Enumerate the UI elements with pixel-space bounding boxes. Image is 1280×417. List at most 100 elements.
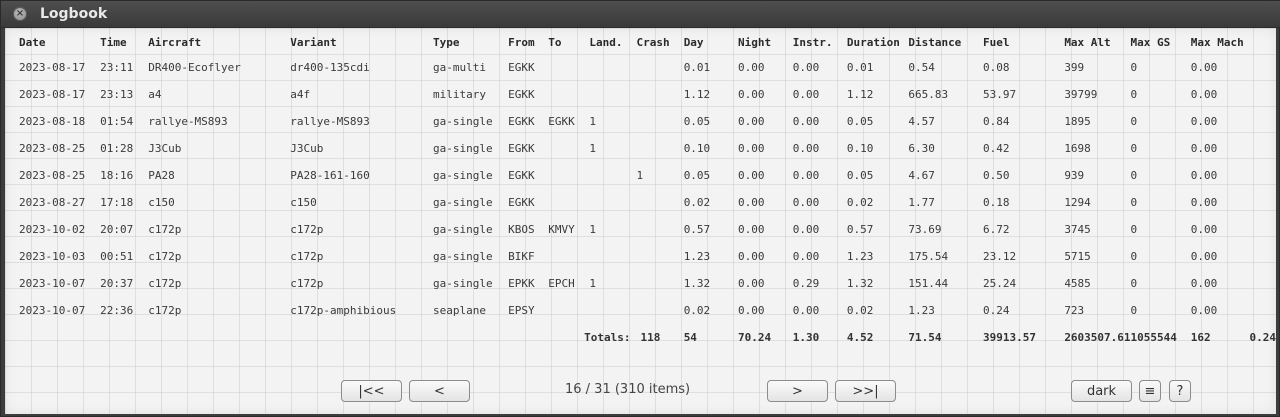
cell-night: 0.00 [738, 115, 765, 128]
cell-landings: 1 [589, 115, 596, 128]
cell-aircraft: c150 [148, 196, 175, 209]
cell-duration: 0.02 [846, 304, 874, 317]
col-header-duration[interactable]: Duration [847, 30, 908, 54]
cell-crash [637, 270, 684, 297]
cell-max-alt: 39799 [1064, 88, 1098, 101]
cell-distance: 4.57 [908, 115, 935, 128]
col-header-time[interactable]: Time [100, 30, 148, 54]
col-header-aircraft[interactable]: Aircraft [148, 30, 290, 54]
cell-variant: c172p [290, 250, 324, 263]
table-row[interactable]: 2023-08-18 01:54 rallye-MS893 rallye-MS893 g… [19, 108, 1276, 135]
col-header-distance[interactable]: Distance [908, 30, 983, 54]
cell-fuel: 53.97 [983, 88, 1017, 101]
col-header-to[interactable]: To [548, 30, 589, 54]
totals-duration: 71.54 [908, 331, 942, 344]
col-header-fuel[interactable]: Fuel [983, 30, 1064, 54]
cell-from: EGKK [508, 169, 535, 182]
cell-max-alt: 939 [1064, 169, 1085, 182]
col-header-max-alt[interactable]: Max Alt [1064, 30, 1130, 54]
col-header-instr[interactable]: Instr. [793, 30, 847, 54]
cell-crash [637, 216, 684, 243]
totals-landings: 118 [640, 331, 661, 344]
cell-day: 1.12 [683, 88, 711, 101]
cell-type: ga-single [433, 196, 493, 209]
cell-day: 0.57 [683, 223, 711, 236]
col-header-variant[interactable]: Variant [290, 30, 433, 54]
cell-type: ga-multi [433, 61, 487, 74]
cell-time: 00:51 [100, 250, 134, 263]
cell-time: 17:18 [100, 196, 134, 209]
prev-page-button[interactable]: < [409, 380, 470, 402]
cell-fuel: 0.08 [983, 61, 1010, 74]
theme-toggle-button[interactable]: dark [1071, 380, 1132, 402]
table-row[interactable]: 2023-10-03 00:51 c172p c172p ga-single BIKF 1.… [19, 243, 1276, 270]
logbook-table: Date Time Aircraft Variant Type From To … [19, 30, 1276, 351]
col-header-night[interactable]: Night [738, 30, 793, 54]
col-header-day[interactable]: Day [684, 30, 738, 54]
title-bar[interactable]: × Logbook [1, 1, 1280, 28]
cell-fuel: 0.42 [983, 142, 1010, 155]
cell-landings [589, 297, 636, 324]
totals-instr: 4.52 [846, 331, 874, 344]
table-row[interactable]: 2023-08-25 01:28 J3Cub J3Cub ga-single EGKK 1 0… [19, 135, 1276, 162]
cell-distance: 73.69 [908, 223, 942, 236]
cell-variant: rallye-MS893 [290, 115, 370, 128]
last-page-button[interactable]: >>| [835, 380, 896, 402]
table-row[interactable]: 2023-08-17 23:11 DR400-Ecoflyer dr400-135cd… [19, 54, 1276, 81]
cell-max-mach: 0.00 [1190, 142, 1218, 155]
col-header-max-mach[interactable]: Max Mach [1191, 30, 1250, 54]
cell-date: 2023-08-18 [19, 115, 86, 128]
col-header-type[interactable]: Type [433, 30, 508, 54]
cell-max-alt: 3745 [1064, 223, 1091, 236]
table-row[interactable]: 2023-10-07 20:37 c172p c172p ga-single EPKK EP… [19, 270, 1276, 297]
cell-to [548, 81, 589, 108]
col-header-crash[interactable]: Crash [637, 30, 684, 54]
col-header-from[interactable]: From [508, 30, 548, 54]
cell-to [548, 297, 589, 324]
col-header-date[interactable]: Date [19, 30, 100, 54]
cell-landings: 1 [589, 223, 596, 236]
cell-instr: 0.00 [792, 304, 820, 317]
menu-icon[interactable]: ≡ [1139, 380, 1161, 402]
cell-type: ga-single [433, 250, 493, 263]
cell-distance: 1.77 [908, 196, 935, 209]
table-row[interactable]: 2023-10-02 20:07 c172p c172p ga-single KBOS KM… [19, 216, 1276, 243]
cell-landings [589, 162, 636, 189]
cell-crash [637, 243, 684, 270]
totals-fuel: 2603507.61 [1064, 331, 1131, 344]
cell-time: 01:28 [100, 142, 134, 155]
cell-duration: 0.01 [846, 61, 874, 74]
table-row[interactable]: 2023-10-07 22:36 c172p c172p-amphibious seap… [19, 297, 1276, 324]
cell-duration: 0.02 [846, 196, 874, 209]
cell-day: 1.23 [683, 250, 711, 263]
cell-date: 2023-10-02 [19, 223, 86, 236]
first-page-button[interactable]: |<< [341, 380, 402, 402]
col-header-max-gs[interactable]: Max GS [1131, 30, 1191, 54]
cell-date: 2023-08-17 [19, 88, 86, 101]
cell-aircraft: c172p [148, 277, 182, 290]
table-header-row: Date Time Aircraft Variant Type From To … [19, 30, 1276, 54]
cell-to [548, 135, 589, 162]
next-page-button[interactable]: > [767, 380, 828, 402]
close-icon[interactable]: × [13, 7, 27, 21]
cell-to [548, 243, 589, 270]
table-row[interactable]: 2023-08-27 17:18 c150 c150 ga-single EGKK 0.02… [19, 189, 1276, 216]
cell-from: EGKK [508, 61, 535, 74]
cell-landings [589, 189, 636, 216]
cell-from: EGKK [508, 142, 535, 155]
cell-instr: 0.00 [792, 88, 820, 101]
help-button[interactable]: ? [1169, 380, 1191, 402]
cell-instr: 0.00 [792, 61, 820, 74]
table-row[interactable]: 2023-08-17 23:13 a4 a4f military EGKK 1.12 0.00… [19, 81, 1276, 108]
cell-to [548, 162, 589, 189]
cell-date: 2023-08-25 [19, 142, 86, 155]
cell-max-mach: 0.00 [1190, 61, 1218, 74]
cell-landings: 1 [589, 142, 596, 155]
cell-time: 18:16 [100, 169, 134, 182]
cell-day: 0.10 [683, 142, 711, 155]
cell-distance: 151.44 [908, 277, 949, 290]
cell-time: 22:36 [100, 304, 134, 317]
cell-day: 0.02 [683, 196, 711, 209]
col-header-landings[interactable]: Land. [589, 30, 636, 54]
table-row[interactable]: 2023-08-25 18:16 PA28 PA28-161-160 ga-single… [19, 162, 1276, 189]
